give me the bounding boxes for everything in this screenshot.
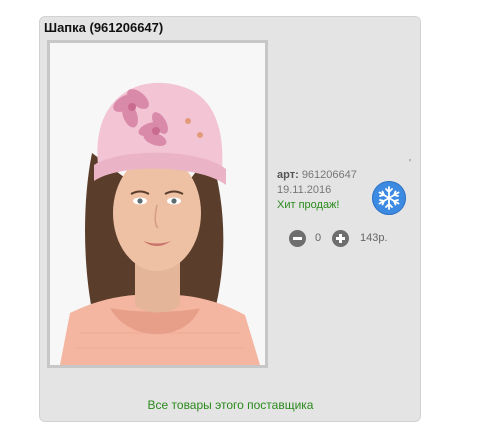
product-photo[interactable]: [50, 43, 265, 365]
product-meta: арт: 961206647 19.11.2016 Хит продаж!: [277, 168, 357, 213]
snowflake-icon: [372, 181, 406, 215]
article-value: 961206647: [301, 169, 357, 181]
article-line: арт: 961206647: [277, 168, 357, 183]
tick-mark: ': [409, 158, 411, 169]
decrease-quantity-button[interactable]: [289, 230, 306, 247]
product-photo-frame[interactable]: [47, 40, 268, 368]
supplier-products-link[interactable]: Все товары этого поставщика: [0, 398, 461, 412]
article-label: арт:: [277, 169, 299, 181]
increase-quantity-button[interactable]: [332, 230, 349, 247]
product-price: 143р.: [360, 232, 388, 244]
quantity-value: 0: [315, 232, 322, 244]
product-date: 19.11.2016: [277, 184, 332, 196]
product-title: Шапка (961206647): [44, 20, 164, 35]
hit-label: Хит продаж!: [277, 199, 340, 211]
